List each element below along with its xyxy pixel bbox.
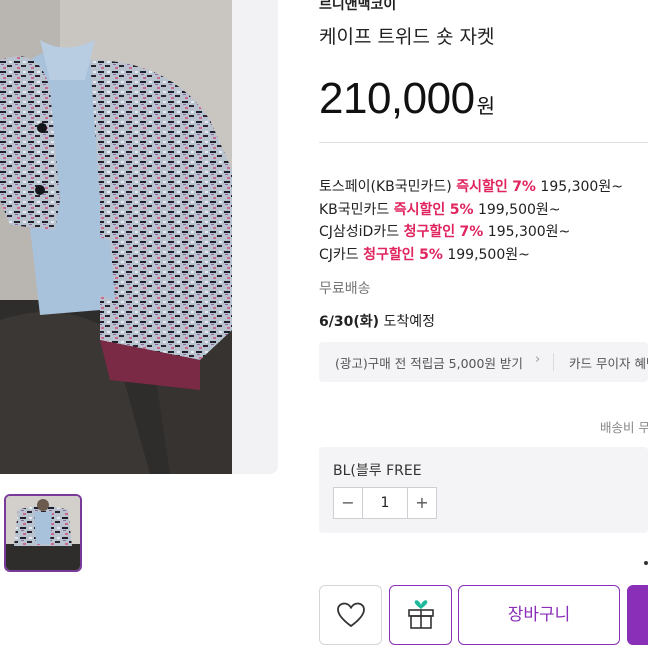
- price-value: 210,000: [319, 74, 475, 123]
- heart-icon: [336, 602, 365, 628]
- card-name: CJ삼성iD카드: [319, 224, 400, 240]
- discount-price: 199,500원~: [477, 202, 561, 218]
- discount-rate: 5%: [419, 247, 443, 263]
- add-to-cart-button[interactable]: 장바구니: [458, 585, 620, 645]
- card-discount-row: 토스페이(KB국민카드) 즉시할인 7% 195,300원~: [319, 176, 623, 196]
- option-marker: [644, 561, 648, 565]
- chevron-right-icon[interactable]: ›: [535, 352, 540, 367]
- option-label: BL(블루 FREE: [333, 463, 422, 479]
- thumbnail-photo: [6, 496, 80, 570]
- card-name: 토스페이(KB국민카드): [319, 179, 452, 195]
- card-discount-row: CJ삼성iD카드 청구할인 7% 195,300원~: [319, 221, 570, 241]
- arrival-suffix: 도착예정: [383, 314, 435, 330]
- product-photo: [0, 0, 232, 474]
- brand-name[interactable]: 르니앤맥코이: [319, 0, 396, 14]
- promo-bar: (광고)구매 전 적립금 5,000원 받기 › 카드 무이자 혜택: [319, 342, 648, 382]
- buy-now-button[interactable]: [627, 585, 648, 645]
- discount-rate: 7%: [512, 179, 536, 195]
- product-main-image[interactable]: [0, 0, 232, 474]
- discount-type: 즉시할인: [393, 202, 446, 218]
- discount-rate: 5%: [449, 202, 474, 218]
- discount-rate: 7%: [459, 224, 484, 240]
- price-unit: 원: [476, 94, 495, 118]
- promo-point-link[interactable]: (광고)구매 전 적립금 5,000원 받기: [335, 353, 523, 372]
- card-discount-row: KB국민카드 즉시할인 5% 199,500원~: [319, 199, 561, 219]
- card-name: CJ카드: [319, 247, 359, 263]
- arrival-date: 6/30(화): [319, 314, 380, 330]
- product-title: 케이프 트위드 숏 자켓: [319, 26, 495, 48]
- price: 210,000 원: [319, 74, 495, 124]
- quantity-value[interactable]: 1: [363, 488, 407, 518]
- promo-divider: [553, 353, 554, 371]
- card-name: KB국민카드: [319, 202, 390, 218]
- discount-type: 청구할인: [363, 247, 415, 263]
- discount-price: 195,300원~: [487, 224, 571, 240]
- discount-type: 즉시할인: [456, 179, 508, 195]
- discount-price: 195,300원~: [540, 179, 623, 195]
- card-discount-row: CJ카드 청구할인 5% 199,500원~: [319, 244, 530, 264]
- arrival-info: 6/30(화) 도착예정: [319, 311, 435, 331]
- promo-card-benefit-link[interactable]: 카드 무이자 혜택: [569, 353, 648, 372]
- product-thumbnail[interactable]: [4, 494, 82, 572]
- shipping-fee-text: 배송비 무: [600, 420, 648, 435]
- quantity-stepper: − 1 +: [333, 487, 437, 519]
- like-button[interactable]: [319, 585, 382, 645]
- quantity-decrease-button[interactable]: −: [334, 488, 363, 518]
- discount-type: 청구할인: [403, 224, 456, 240]
- discount-price: 199,500원~: [447, 247, 530, 263]
- selected-option-box: BL(블루 FREE − 1 +: [319, 447, 648, 533]
- divider: [319, 142, 648, 143]
- gift-icon: [407, 600, 434, 629]
- free-shipping-label: 무료배송: [319, 281, 371, 297]
- gift-button[interactable]: [389, 585, 452, 645]
- quantity-increase-button[interactable]: +: [407, 488, 436, 518]
